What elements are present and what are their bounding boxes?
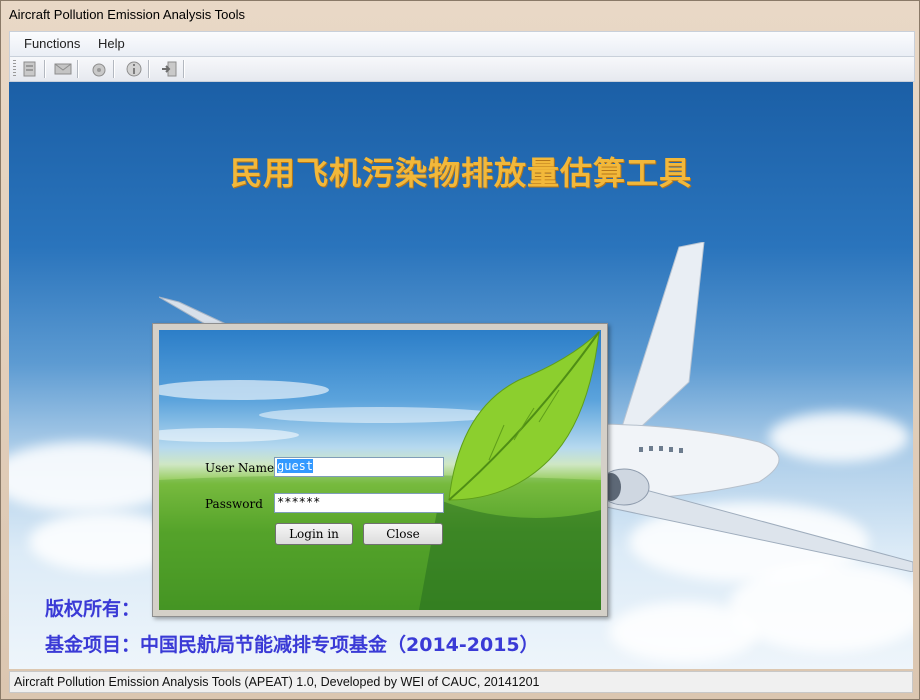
status-text: Aircraft Pollution Emission Analysis Too… — [14, 675, 540, 689]
close-button[interactable]: Close — [363, 523, 443, 545]
window-title: Aircraft Pollution Emission Analysis Too… — [9, 7, 246, 22]
username-input[interactable]: guest — [274, 457, 444, 477]
password-label: Password — [205, 497, 263, 511]
app-window: Aircraft Pollution Emission Analysis Too… — [0, 0, 920, 700]
username-label: User Name — [205, 461, 275, 475]
mail-icon[interactable] — [54, 60, 72, 78]
password-input[interactable]: ****** — [274, 493, 444, 513]
menu-help[interactable]: Help — [98, 36, 125, 51]
title-bar[interactable]: Aircraft Pollution Emission Analysis Too… — [1, 1, 919, 29]
login-dialog: User Name guest Password ****** Login in… — [152, 323, 608, 617]
toolbar-separator — [148, 60, 150, 78]
toolbar-separator — [44, 60, 46, 78]
toolbar-grip[interactable] — [13, 60, 16, 78]
menu-functions[interactable]: Functions — [24, 36, 80, 51]
toolbar-separator — [183, 60, 185, 78]
cloud — [609, 602, 759, 662]
username-value: guest — [277, 459, 314, 473]
document-icon[interactable] — [21, 60, 39, 78]
app-title: 民用飞机污染物排放量估算工具 — [229, 154, 692, 192]
info-icon[interactable] — [125, 60, 143, 78]
password-value: ****** — [277, 495, 321, 509]
menu-bar: Functions Help — [9, 31, 915, 56]
exit-icon[interactable] — [160, 60, 178, 78]
fund-label: 基金项目：中国民航局节能减排专项基金（2014-2015） — [45, 634, 539, 656]
copyright-label: 版权所有： — [45, 598, 141, 620]
toolbar-separator — [113, 60, 115, 78]
toolbar-separator — [77, 60, 79, 78]
status-bar: Aircraft Pollution Emission Analysis Too… — [9, 671, 913, 693]
login-background-image: User Name guest Password ****** Login in… — [159, 330, 601, 610]
login-button[interactable]: Login in — [275, 523, 353, 545]
disk-icon[interactable] — [90, 60, 108, 78]
toolbar — [9, 56, 915, 82]
